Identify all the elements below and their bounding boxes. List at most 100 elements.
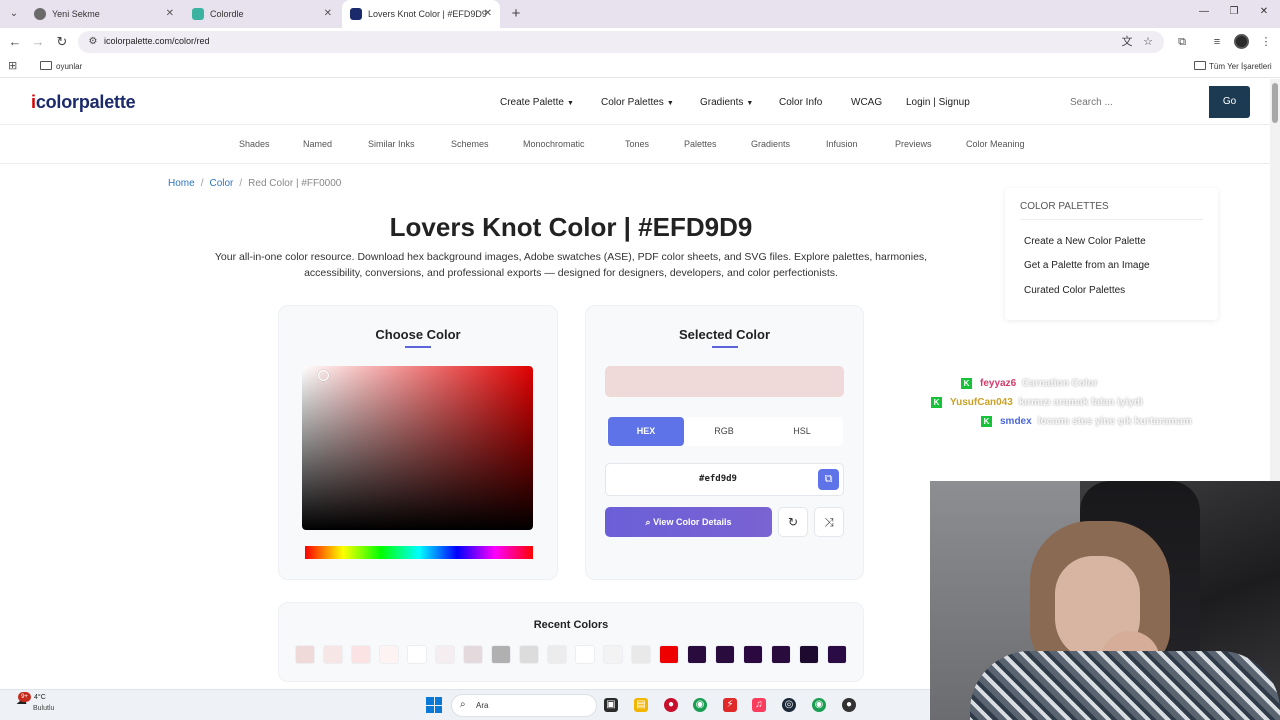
music-icon[interactable]: ♫: [752, 698, 766, 712]
tab-rgb[interactable]: RGB: [686, 417, 762, 446]
recent-color-swatch[interactable]: [771, 645, 791, 664]
apps-icon[interactable]: ⊞: [8, 60, 20, 72]
view-color-details-button[interactable]: ⌕ View Color Details: [605, 507, 772, 537]
profile-avatar[interactable]: [1234, 34, 1249, 49]
app-dark-icon[interactable]: ●: [842, 698, 856, 712]
recent-color-swatch[interactable]: [799, 645, 819, 664]
translate-icon[interactable]: 文: [1119, 34, 1135, 50]
recent-color-swatch[interactable]: [463, 645, 483, 664]
close-icon[interactable]: ✕: [324, 0, 332, 28]
weather-description[interactable]: Bulutlu: [33, 705, 54, 712]
recent-color-swatch[interactable]: [435, 645, 455, 664]
subnav-gradients[interactable]: Gradients: [751, 139, 790, 149]
subnav-color-meaning[interactable]: Color Meaning: [966, 139, 1025, 149]
forward-icon[interactable]: →: [29, 33, 47, 51]
webcam-overlay: [930, 481, 1280, 720]
restore-icon[interactable]: ❐: [1224, 6, 1244, 17]
windows-start-icon[interactable]: [426, 697, 442, 713]
window-close-icon[interactable]: ✕: [1254, 6, 1274, 17]
picker-handle[interactable]: [318, 370, 329, 381]
tab-hex[interactable]: HEX: [608, 417, 684, 446]
search-go-button[interactable]: Go: [1209, 86, 1250, 118]
site-search-input[interactable]: [1062, 86, 1209, 118]
chrome-icon[interactable]: ◉: [693, 698, 707, 712]
hue-slider[interactable]: [305, 546, 533, 559]
recent-color-swatch[interactable]: [827, 645, 847, 664]
minimize-icon[interactable]: —: [1194, 6, 1214, 17]
refresh-icon[interactable]: ↻: [778, 507, 808, 537]
recent-color-swatch[interactable]: [519, 645, 539, 664]
nav-color-palettes[interactable]: Color Palettes ▼: [601, 97, 674, 108]
tab-hsl[interactable]: HSL: [764, 417, 840, 446]
address-bar[interactable]: ⚙ icolorpalette.com/color/red: [78, 31, 1164, 53]
hex-value[interactable]: #efd9d9: [606, 474, 830, 484]
reload-icon[interactable]: ↻: [53, 33, 71, 51]
sidebar-link-curated-palettes[interactable]: Curated Color Palettes: [1024, 285, 1125, 296]
extensions-icon[interactable]: ⧉: [1174, 34, 1190, 50]
recent-color-swatch[interactable]: [575, 645, 595, 664]
new-tab-icon[interactable]: +: [506, 4, 526, 24]
recent-color-swatch[interactable]: [295, 645, 315, 664]
nav-color-info[interactable]: Color Info: [779, 97, 822, 108]
chrome-active-icon[interactable]: ◉: [812, 698, 826, 712]
bookmark-folder-oyunlar[interactable]: oyunlar: [56, 62, 82, 71]
media-icon[interactable]: ≡: [1209, 34, 1225, 50]
task-view-icon[interactable]: ▣: [604, 698, 618, 712]
subnav-tones[interactable]: Tones: [625, 139, 649, 149]
recent-color-swatch[interactable]: [407, 645, 427, 664]
scrollbar-thumb[interactable]: [1272, 83, 1278, 123]
subnav-schemes[interactable]: Schemes: [451, 139, 489, 149]
subnav-infusion[interactable]: Infusion: [826, 139, 858, 149]
tab-lovers-knot[interactable]: Lovers Knot Color | #EFD9D9 ✕: [342, 0, 500, 28]
back-icon[interactable]: ←: [6, 33, 24, 51]
site-info-icon[interactable]: ⚙: [86, 35, 100, 49]
weather-temperature[interactable]: 4°C: [34, 694, 46, 701]
bookmark-star-icon[interactable]: ☆: [1140, 34, 1156, 50]
nav-login-signup[interactable]: Login | Signup: [906, 97, 970, 108]
taskbar-search[interactable]: ⌕ Ara: [451, 694, 597, 717]
recent-color-swatch[interactable]: [379, 645, 399, 664]
tab-colordle[interactable]: Colordle ✕: [184, 0, 340, 28]
close-icon[interactable]: ✕: [166, 0, 174, 28]
close-icon[interactable]: ✕: [484, 0, 492, 28]
steam-icon[interactable]: ◎: [782, 698, 796, 712]
tab-search-icon[interactable]: ⌄: [6, 6, 22, 22]
sidebar-link-create-palette[interactable]: Create a New Color Palette: [1024, 236, 1146, 247]
sidebar-link-palette-from-image[interactable]: Get a Palette from an Image: [1024, 260, 1150, 271]
app-bolt-icon[interactable]: ⚡: [723, 698, 737, 712]
tab-new-tab[interactable]: Yeni Sekme ✕: [26, 0, 182, 28]
selected-color-title: Selected Color: [678, 327, 771, 342]
subnav-similar-inks[interactable]: Similar Inks: [368, 139, 415, 149]
subnav-previews[interactable]: Previews: [895, 139, 932, 149]
file-explorer-icon[interactable]: ▤: [634, 698, 648, 712]
nav-wcag[interactable]: WCAG: [851, 97, 882, 108]
recent-color-swatch[interactable]: [687, 645, 707, 664]
recent-color-swatch[interactable]: [351, 645, 371, 664]
subnav-palettes[interactable]: Palettes: [684, 139, 717, 149]
recent-color-swatch[interactable]: [323, 645, 343, 664]
subnav-monochromatic[interactable]: Monochromatic: [523, 139, 585, 149]
recent-color-swatch[interactable]: [743, 645, 763, 664]
copy-icon[interactable]: ⧉: [818, 469, 839, 490]
all-bookmarks[interactable]: Tüm Yer İşaretleri: [1209, 62, 1272, 71]
site-header: icolorpalette Create Palette ▼ Color Pale…: [0, 79, 1270, 125]
recent-color-swatch[interactable]: [715, 645, 735, 664]
app-red-icon[interactable]: ●: [664, 698, 678, 712]
site-logo[interactable]: icolorpalette: [31, 92, 136, 113]
subnav-shades[interactable]: Shades: [239, 139, 270, 149]
recent-color-swatch[interactable]: [491, 645, 511, 664]
nav-gradients[interactable]: Gradients ▼: [700, 97, 753, 108]
recent-color-swatch[interactable]: [547, 645, 567, 664]
menu-icon[interactable]: ⋮: [1258, 34, 1274, 50]
recent-color-swatch[interactable]: [659, 645, 679, 664]
recent-color-swatch[interactable]: [631, 645, 651, 664]
subnav-named[interactable]: Named: [303, 139, 332, 149]
shuffle-icon[interactable]: ⤨: [814, 507, 844, 537]
nav-create-palette[interactable]: Create Palette ▼: [500, 97, 574, 108]
hex-value-field[interactable]: #efd9d9 ⧉: [605, 463, 844, 496]
recent-color-swatch[interactable]: [603, 645, 623, 664]
tab-title: Lovers Knot Color | #EFD9D9: [368, 9, 487, 19]
breadcrumb-home[interactable]: Home: [168, 178, 195, 189]
breadcrumb-color[interactable]: Color: [209, 178, 233, 189]
saturation-value-picker[interactable]: [302, 366, 533, 530]
